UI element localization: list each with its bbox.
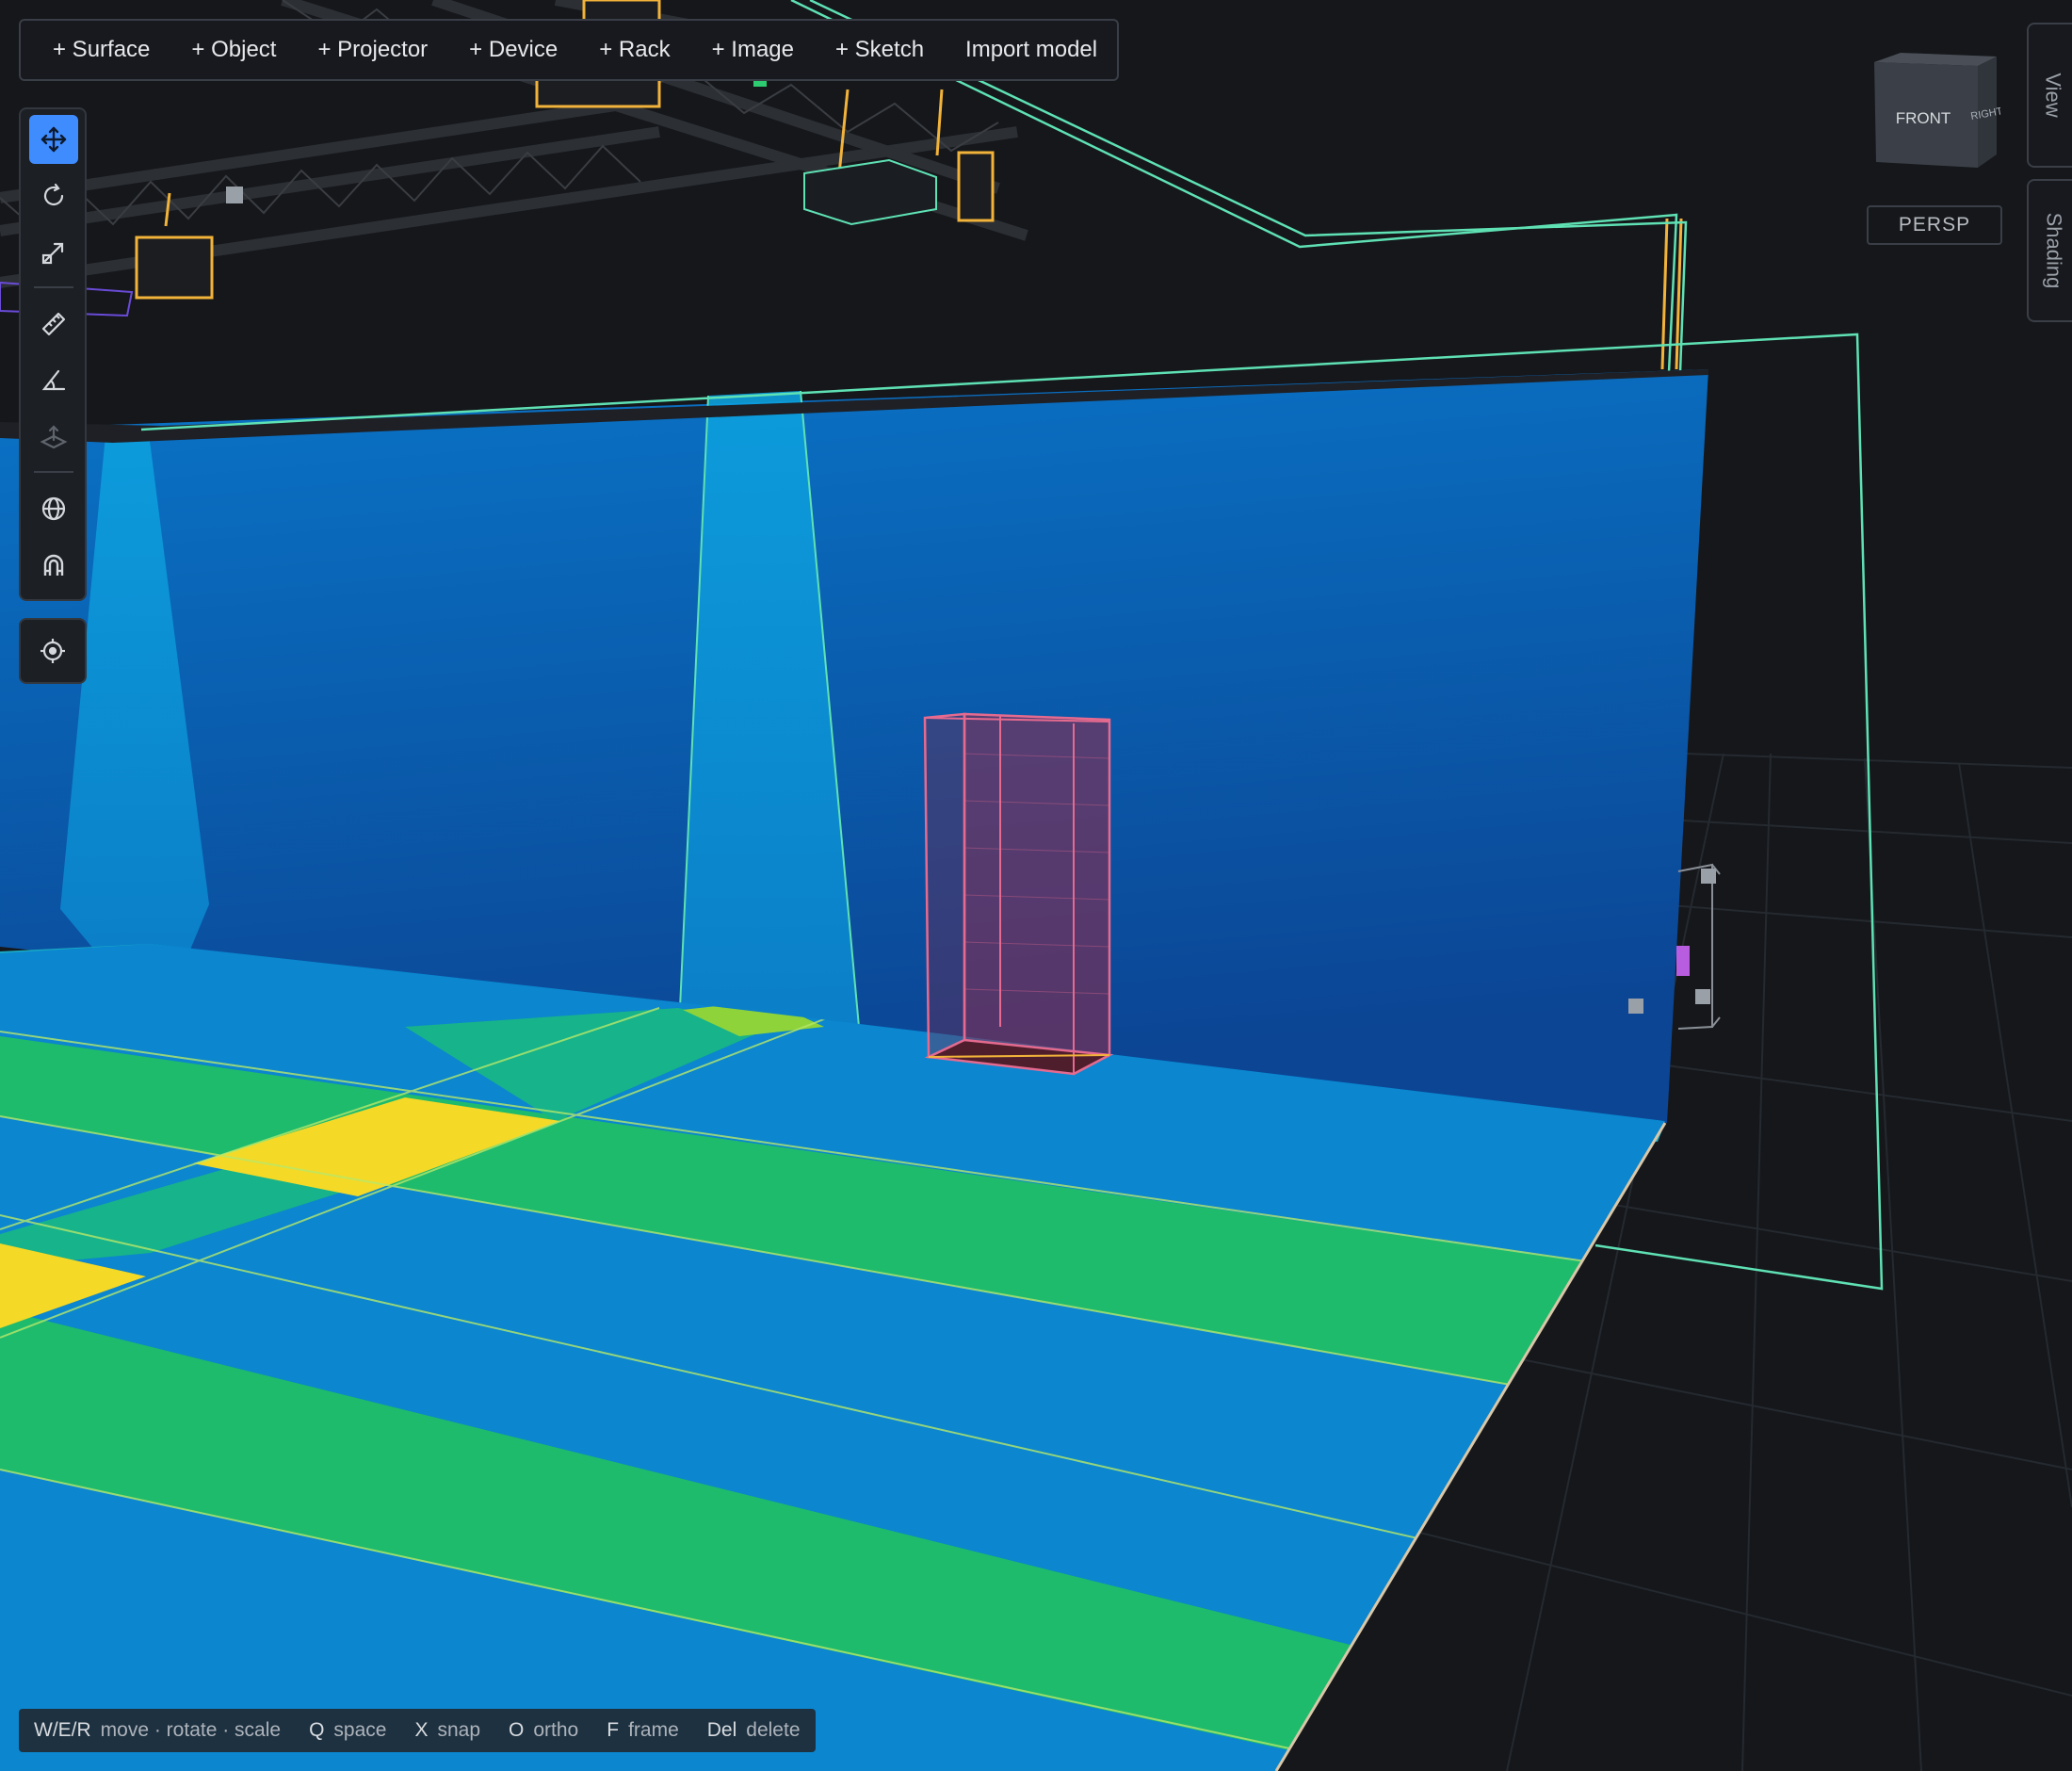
shading-tab-label: Shading [2042,212,2065,289]
globe-icon [41,496,66,521]
shortcut-hint: Xsnap [414,1719,481,1741]
world-space-tool-button[interactable] [29,484,78,533]
view-panel-tab[interactable]: View [2027,23,2072,168]
shortcut-hint: Del delete [706,1719,801,1741]
navigation-cube[interactable]: FRONT RIGHT [1869,51,2000,170]
pink-object-box [923,712,1114,1076]
shortcut-hint: W/E/R move · rotate · scale [34,1719,282,1741]
add-projector-button[interactable]: + Projector [297,21,448,79]
measure-tool-button[interactable] [29,300,78,349]
magnet-icon [43,554,64,576]
shortcut-hint: Fframe [607,1719,679,1741]
add-toolbar: + Surface + Object + Projector + Device … [19,19,1119,81]
place-on-floor-tool-button[interactable] [29,413,78,462]
viewport-3d[interactable] [0,0,2072,1771]
ruler-icon [41,312,66,336]
shortcut-hint: Oortho [509,1719,579,1741]
projection-toggle-button[interactable]: PERSP [1867,205,2002,245]
rotate-tool-button[interactable] [29,171,78,220]
floor-arrow-icon [40,425,68,449]
cube-front-label: FRONT [1896,109,1951,127]
add-object-button[interactable]: + Object [170,21,297,79]
add-sketch-button[interactable]: + Sketch [815,21,945,79]
move-tool-button[interactable] [29,115,78,164]
add-device-button[interactable]: + Device [448,21,578,79]
tool-palette [19,107,87,601]
snap-tool-button[interactable] [29,541,78,590]
angle-icon [41,369,66,391]
angle-tool-button[interactable] [29,356,78,405]
scale-icon [41,242,64,265]
shading-panel-tab[interactable]: Shading [2027,179,2072,322]
import-model-button[interactable]: Import model [945,21,1118,79]
add-surface-button[interactable]: + Surface [32,21,170,79]
focus-tool-button[interactable] [19,618,87,684]
shortcut-hint: Qspace [309,1719,387,1741]
add-rack-button[interactable]: + Rack [578,21,690,79]
crosshair-icon [40,639,65,663]
add-image-button[interactable]: + Image [691,21,815,79]
scale-tool-button[interactable] [29,228,78,277]
move-icon [40,126,67,153]
rotate-icon [43,183,64,206]
shortcut-hint-bar: W/E/R move · rotate · scale Qspace Xsnap … [19,1709,816,1752]
view-tab-label: View [2041,73,2065,118]
